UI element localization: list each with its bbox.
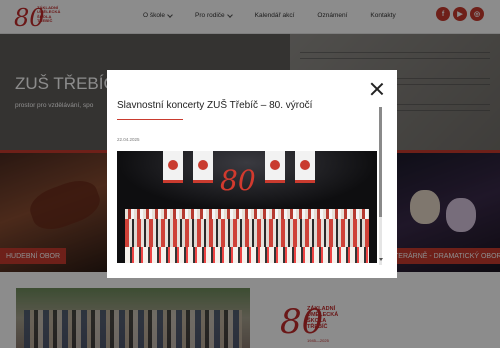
scrollbar-thumb[interactable] [379, 107, 382, 217]
article-date: 22.04.2025 [117, 137, 140, 142]
scroll-down-arrow-icon[interactable] [379, 258, 383, 261]
stage-banner [163, 151, 183, 183]
concert-photo[interactable]: 80 [117, 151, 377, 263]
close-icon[interactable] [370, 82, 384, 96]
stage-80-sign: 80 [220, 164, 256, 197]
title-underline [117, 119, 183, 120]
choir-back-row [125, 209, 369, 219]
stage-banner [295, 151, 315, 183]
stage-banner [265, 151, 285, 183]
choir-front-row [125, 247, 369, 263]
news-modal: Slavnostní koncerty ZUŠ Třebíč – 80. výr… [107, 70, 397, 278]
modal-title: Slavnostní koncerty ZUŠ Třebíč – 80. výr… [117, 100, 313, 111]
stage-banner [193, 151, 213, 183]
